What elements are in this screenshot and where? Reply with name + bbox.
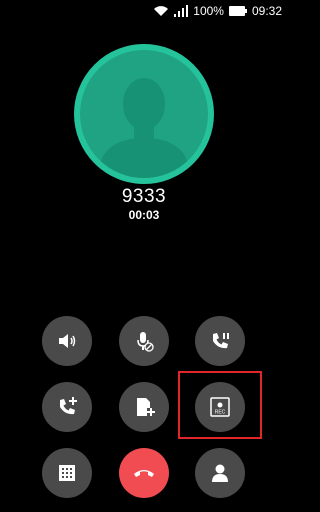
mute-mic-icon <box>137 332 154 352</box>
contact-avatar <box>74 44 214 184</box>
add-call-icon <box>60 397 77 415</box>
clock: 09:32 <box>251 4 282 18</box>
hold-call-button[interactable] <box>195 316 245 366</box>
contacts-button[interactable] <box>195 448 245 498</box>
speaker-button[interactable] <box>42 316 92 366</box>
caller-number: 9333 <box>121 186 167 207</box>
wifi-icon <box>153 5 169 17</box>
record-highlight-box <box>178 371 262 439</box>
add-note-icon <box>137 398 155 416</box>
signal-icon <box>174 5 189 17</box>
hold-call-icon <box>213 333 229 349</box>
call-duration: 00:03 <box>128 208 160 222</box>
end-call-icon <box>134 470 154 477</box>
battery-icon <box>228 6 247 16</box>
add-call-button[interactable] <box>42 382 92 432</box>
end-call-button[interactable] <box>119 448 169 498</box>
mute-button[interactable] <box>119 316 169 366</box>
person-silhouette-icon <box>98 78 190 178</box>
dialpad-button[interactable] <box>42 448 92 498</box>
add-note-button[interactable] <box>119 382 169 432</box>
status-bar: 100% 09:32 <box>0 0 288 22</box>
contacts-icon <box>212 464 228 482</box>
speaker-icon <box>59 334 76 348</box>
dialpad-icon <box>59 465 75 481</box>
battery-percent: 100% <box>193 4 224 18</box>
